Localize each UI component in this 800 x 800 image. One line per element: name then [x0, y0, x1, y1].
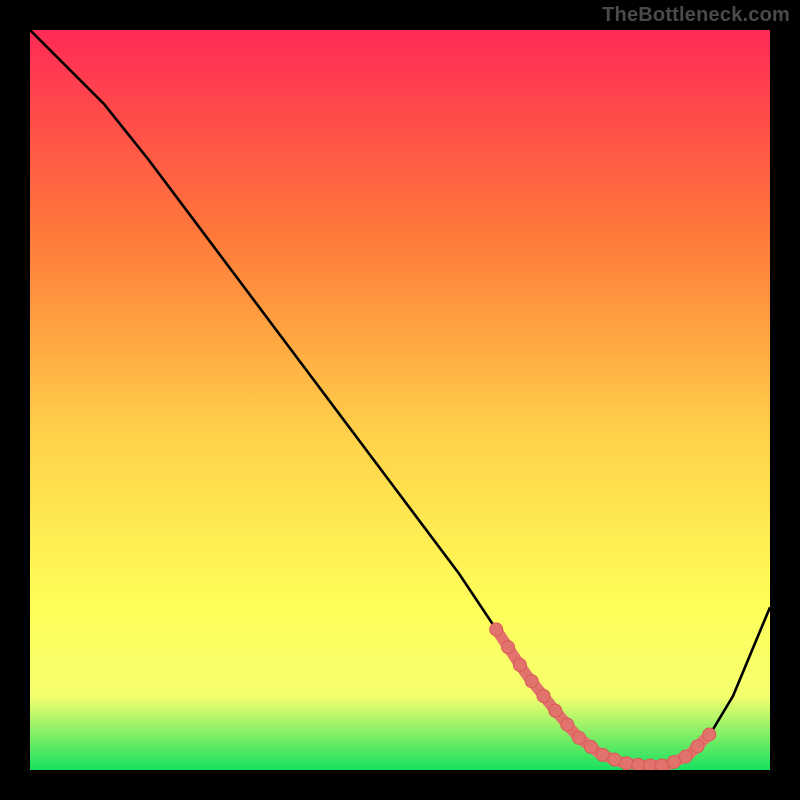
- highlight-dot: [525, 675, 538, 688]
- highlight-dot: [513, 658, 526, 671]
- highlight-dot: [573, 731, 586, 744]
- highlight-dot: [537, 690, 550, 703]
- chart-plot-area: [30, 30, 770, 770]
- highlight-dot: [655, 759, 668, 770]
- highlight-dot: [561, 718, 574, 731]
- highlight-dot: [608, 753, 621, 766]
- highlight-dot: [596, 748, 609, 761]
- highlight-dot: [632, 758, 645, 770]
- highlight-dot: [644, 759, 657, 770]
- highlight-dot: [620, 757, 633, 770]
- gradient-background: [30, 30, 770, 770]
- highlight-dot: [584, 740, 597, 753]
- chart-svg: [30, 30, 770, 770]
- highlight-dot: [502, 641, 515, 654]
- highlight-dot: [691, 740, 704, 753]
- highlight-dot: [679, 750, 692, 763]
- highlight-dot: [667, 756, 680, 769]
- highlight-dot: [490, 623, 503, 636]
- chart-frame: TheBottleneck.com: [0, 0, 800, 800]
- watermark-text: TheBottleneck.com: [602, 4, 790, 27]
- highlight-dot: [549, 704, 562, 717]
- highlight-dot: [703, 728, 716, 741]
